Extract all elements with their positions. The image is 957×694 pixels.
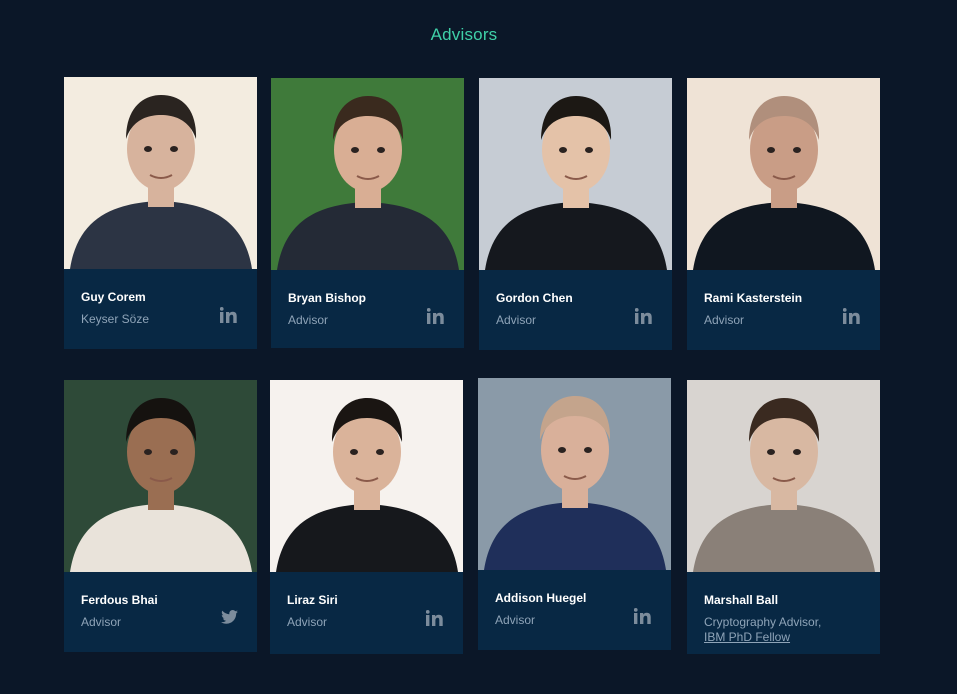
advisor-card: Addison Huegel Advisor — [478, 378, 671, 650]
advisor-role: Advisor — [288, 313, 328, 328]
advisor-name: Bryan Bishop — [288, 291, 367, 305]
advisor-photo — [64, 77, 257, 269]
advisor-photo — [687, 78, 880, 270]
ibm-fellow-link[interactable]: IBM PhD Fellow — [704, 630, 790, 644]
advisor-info: Liraz Siri Advisor — [270, 572, 463, 654]
advisor-role-text: Keyser Söze — [81, 312, 150, 326]
twitter-icon[interactable] — [221, 610, 238, 624]
advisor-info: Bryan Bishop Advisor — [271, 270, 464, 348]
advisor-name: Gordon Chen — [496, 291, 573, 305]
advisor-name: Addison Huegel — [495, 591, 587, 605]
advisor-name: Liraz Siri — [287, 593, 338, 607]
advisor-card: Rami Kasterstein Advisor — [687, 78, 880, 350]
linkedin-icon[interactable] — [843, 308, 861, 324]
advisor-role-text: Advisor — [288, 313, 329, 327]
advisor-role: Advisor — [81, 615, 121, 630]
advisor-info: Guy Corem Keyser Söze — [64, 269, 257, 349]
advisor-info: Rami Kasterstein Advisor — [687, 270, 880, 350]
advisor-role: Advisor — [495, 613, 535, 628]
advisor-card: Gordon Chen Advisor — [479, 78, 672, 350]
advisor-info: Gordon Chen Advisor — [479, 270, 672, 350]
advisor-photo — [270, 380, 463, 572]
advisor-photo — [479, 78, 672, 270]
linkedin-icon[interactable] — [635, 308, 653, 324]
advisor-name: Ferdous Bhai — [81, 593, 158, 607]
advisor-role: Advisor — [496, 313, 536, 328]
advisor-info: Ferdous Bhai Advisor — [64, 572, 257, 652]
advisor-photo — [64, 380, 257, 572]
advisor-card: Guy Corem Keyser Söze — [64, 77, 257, 349]
linkedin-icon[interactable] — [427, 308, 445, 324]
linkedin-icon[interactable] — [634, 608, 652, 624]
linkedin-icon[interactable] — [426, 610, 444, 626]
advisor-role: Advisor — [287, 615, 327, 630]
advisor-role: Advisor — [704, 313, 744, 328]
advisor-photo — [478, 378, 671, 570]
advisor-role: Keyser Söze — [81, 312, 149, 327]
advisor-role: Cryptography Advisor, IBM PhD Fellow — [704, 615, 821, 645]
advisor-role-text: Advisor — [496, 313, 537, 327]
advisor-role-text: Advisor — [704, 313, 745, 327]
advisor-card: Ferdous Bhai Advisor — [64, 380, 257, 652]
advisor-name: Marshall Ball — [704, 593, 779, 607]
advisor-role-text: Advisor — [81, 615, 122, 629]
advisor-card: Bryan Bishop Advisor — [271, 78, 464, 348]
linkedin-icon[interactable] — [220, 307, 238, 323]
advisor-card: Liraz Siri Advisor — [270, 380, 463, 654]
advisor-role-text: Advisor — [495, 613, 536, 627]
advisor-role-text: Cryptography Advisor, — [704, 615, 822, 629]
advisor-name: Guy Corem — [81, 290, 146, 304]
advisor-card: Marshall Ball Cryptography Advisor, IBM Ph… — [687, 380, 880, 654]
advisor-name: Rami Kasterstein — [704, 291, 803, 305]
advisor-role-text: Advisor — [287, 615, 328, 629]
advisor-info: Marshall Ball Cryptography Advisor, IBM Ph… — [687, 572, 880, 654]
advisor-photo — [271, 78, 464, 270]
section-title: Advisors — [430, 25, 498, 44]
advisor-photo — [687, 380, 880, 572]
advisor-info: Addison Huegel Advisor — [478, 570, 671, 650]
